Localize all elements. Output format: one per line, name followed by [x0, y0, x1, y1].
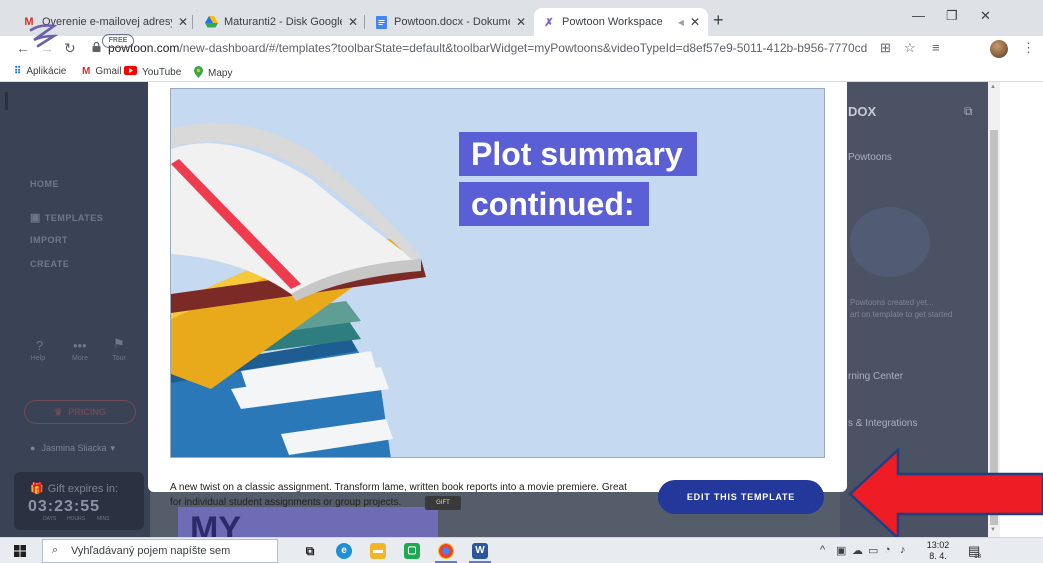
- powtoon-icon: ✗: [544, 16, 554, 29]
- timer-hours-label: HOURS: [67, 516, 86, 522]
- taskbar-clock[interactable]: 13:02 8. 4. 2021: [918, 540, 958, 563]
- chevron-down-icon: ▾: [110, 443, 115, 453]
- tab-google-docs[interactable]: Powtoon.docx - Dokumenty Goo ✕: [366, 8, 534, 36]
- sidebar-item-create[interactable]: CREATE: [30, 259, 69, 269]
- reload-icon[interactable]: ↻: [64, 40, 76, 57]
- tab-powtoon-workspace[interactable]: ✗ Powtoon Workspace ◂ ✕: [534, 8, 708, 36]
- learning-center-link[interactable]: rning Center: [848, 371, 903, 382]
- tab-separator: [192, 15, 193, 29]
- translate-icon[interactable]: ⊞: [880, 40, 891, 56]
- gift-chip[interactable]: GIFT: [425, 496, 461, 510]
- bookmarks-bar: ⠿ Aplikácie M Gmail YouTube Mapy: [0, 62, 1043, 82]
- close-tab-icon[interactable]: ✕: [178, 15, 188, 29]
- tab-separator: [364, 15, 365, 29]
- gift-expires-label: 🎁 Gift expires in:: [30, 483, 119, 495]
- screen: M Overenie e-mailovej adresy - jas ✕ Mat…: [0, 0, 1043, 563]
- windows-taskbar: Vyhľadávaný pojem napíšte sem ⌕ ⧉ e ▬ ▢ …: [0, 537, 1043, 563]
- templates-icon: ▣: [30, 212, 41, 224]
- tour-signpost-icon[interactable]: ⚑: [113, 336, 125, 352]
- menu-kebab-icon[interactable]: ⋮: [1022, 40, 1035, 56]
- bookmark-maps[interactable]: Mapy: [194, 66, 232, 81]
- word-icon[interactable]: W: [472, 543, 488, 559]
- meet-now-icon[interactable]: ▣: [836, 544, 846, 557]
- right-panel-title: DOX: [848, 104, 877, 119]
- reading-list-icon[interactable]: ≡: [932, 40, 940, 55]
- user-menu[interactable]: ● Jasmina Sliacka ▾: [30, 443, 115, 454]
- lock-icon: [92, 42, 101, 52]
- minimize-icon[interactable]: —: [912, 8, 925, 23]
- browser-tab-bar: M Overenie e-mailovej adresy - jas ✕ Mat…: [0, 0, 1043, 36]
- crown-icon: ♛: [54, 407, 63, 417]
- sidebar-item-home[interactable]: HOME: [30, 179, 59, 189]
- sidebar-item-templates[interactable]: ▣ TEMPLATES: [30, 211, 103, 224]
- notifications-icon[interactable]: ▤18: [968, 543, 987, 560]
- empty-state-subtext: art on template to get started: [850, 310, 953, 319]
- my-powtoons-label[interactable]: Powtoons: [848, 152, 892, 163]
- gmail-icon: M: [82, 66, 91, 77]
- wifi-icon[interactable]: ◔: [884, 544, 891, 556]
- gift-icon: 🎁: [30, 483, 44, 495]
- template-preview-image[interactable]: Plot summary continued:: [170, 88, 825, 458]
- headline-continued: continued:: [459, 182, 649, 226]
- edit-template-button[interactable]: EDIT THIS TEMPLATE: [658, 480, 824, 514]
- maps-pin-icon: [194, 66, 203, 81]
- store-icon[interactable]: ▢: [404, 543, 420, 559]
- chrome-icon[interactable]: [438, 543, 454, 559]
- url-field[interactable]: powtoon.com/new-dashboard/#/templates?to…: [108, 41, 868, 55]
- restore-icon[interactable]: ❐: [946, 8, 958, 24]
- headline-plot-summary: Plot summary: [459, 132, 697, 176]
- google-docs-icon: [374, 15, 388, 29]
- scroll-up-arrow-icon[interactable]: ▲: [990, 84, 996, 90]
- close-tab-icon[interactable]: ✕: [348, 15, 358, 29]
- tour-label: Tour: [112, 355, 126, 362]
- free-plan-badge: FREE: [102, 34, 134, 48]
- active-nav-indicator: [5, 92, 8, 110]
- red-annotation-arrow: [848, 448, 1043, 540]
- taskbar-search-input[interactable]: Vyhľadávaný pojem napíšte sem: [42, 539, 278, 563]
- battery-icon[interactable]: ▭: [868, 544, 878, 557]
- close-tab-icon[interactable]: ✕: [690, 15, 700, 29]
- tray-chevron-up-icon[interactable]: ^: [820, 544, 825, 556]
- pricing-button[interactable]: ♛ PRICING: [24, 400, 136, 424]
- profile-avatar[interactable]: [990, 40, 1008, 58]
- windows-start-icon[interactable]: [14, 545, 26, 557]
- template-description: A new twist on a classic assignment. Tra…: [170, 482, 627, 508]
- volume-icon[interactable]: ♪: [900, 544, 906, 556]
- file-explorer-icon[interactable]: ▬: [370, 543, 386, 559]
- timer-mins-label: MINS: [97, 516, 110, 522]
- user-icon: ●: [30, 443, 36, 453]
- sidebar-item-import[interactable]: IMPORT: [30, 235, 68, 245]
- bookmark-apps[interactable]: ⠿ Aplikácie: [14, 66, 66, 77]
- more-dots-icon[interactable]: •••: [73, 338, 87, 353]
- youtube-icon: [124, 66, 137, 78]
- dashboard-sidebar: [0, 82, 150, 537]
- help-label: Help: [30, 355, 46, 362]
- new-tab-button[interactable]: +: [713, 10, 724, 31]
- expand-panel-icon[interactable]: ⧉: [964, 104, 973, 119]
- tab-google-drive[interactable]: Maturanti2 - Disk Google ✕: [196, 8, 366, 36]
- powtoon-logo-icon[interactable]: [28, 22, 59, 55]
- close-window-icon[interactable]: ✕: [980, 8, 991, 24]
- star-icon[interactable]: ☆: [904, 40, 916, 56]
- timer-days-label: DAYS: [43, 516, 57, 522]
- edge-icon[interactable]: e: [336, 543, 352, 559]
- apps-grid-icon: ⠿: [14, 66, 22, 77]
- speaker-icon: ◂: [677, 15, 684, 29]
- google-drive-icon: [204, 15, 218, 29]
- close-tab-icon[interactable]: ✕: [516, 15, 526, 29]
- help-icon[interactable]: ?: [36, 338, 43, 353]
- more-label: More: [72, 355, 88, 362]
- search-icon: ⌕: [52, 544, 59, 556]
- empty-state-illustration: [850, 207, 930, 277]
- empty-state-text: Powtoons created yet...: [850, 298, 934, 307]
- integrations-link[interactable]: s & Integrations: [848, 418, 917, 429]
- bookmark-youtube[interactable]: YouTube: [124, 66, 181, 78]
- bookmark-gmail[interactable]: M Gmail: [82, 66, 121, 77]
- task-view-icon[interactable]: ⧉: [302, 543, 318, 559]
- address-bar: ← → ↻ powtoon.com/new-dashboard/#/templa…: [0, 36, 1043, 62]
- onedrive-icon[interactable]: ☁: [852, 544, 863, 557]
- gift-timer: 03:23:55: [28, 498, 101, 515]
